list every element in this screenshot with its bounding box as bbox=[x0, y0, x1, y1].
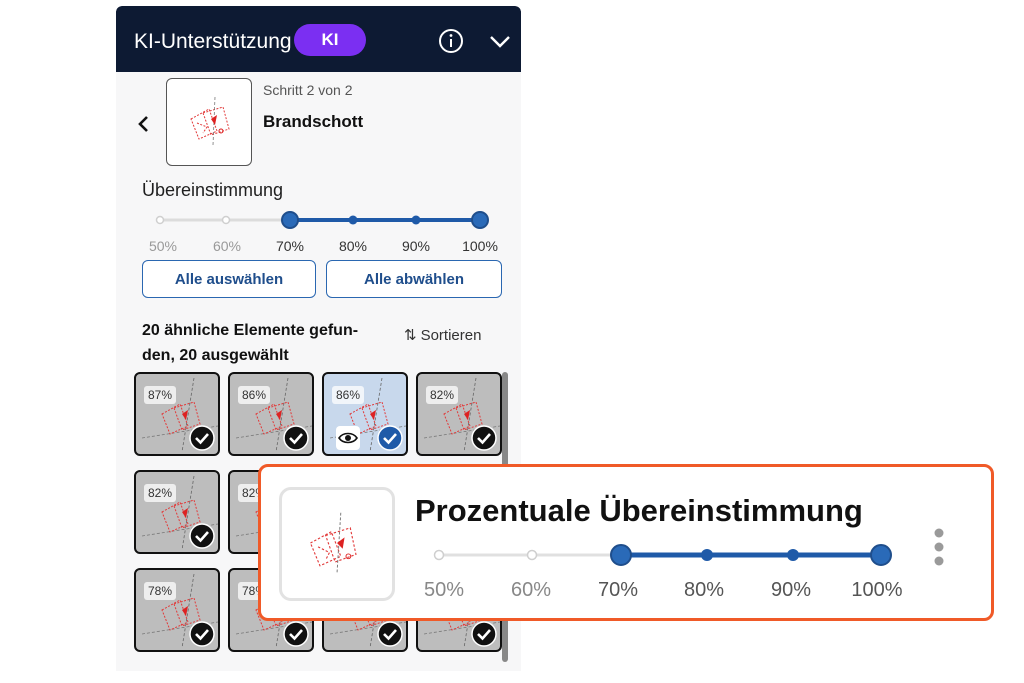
checkmark-icon[interactable] bbox=[189, 523, 215, 549]
tick-label: 90% bbox=[770, 579, 812, 601]
checkmark-icon[interactable] bbox=[189, 621, 215, 647]
similar-element-tile[interactable]: 86% bbox=[228, 372, 314, 456]
range-min-handle bbox=[281, 211, 299, 229]
checkmark-icon[interactable] bbox=[471, 621, 497, 647]
eye-icon[interactable] bbox=[336, 426, 360, 450]
step-title: Brandschott bbox=[263, 112, 364, 131]
callout-match-slider bbox=[433, 544, 892, 566]
sort-button[interactable]: ⇅ Sortieren bbox=[404, 326, 481, 344]
similar-element-tile[interactable]: 87% bbox=[134, 372, 220, 456]
results-summary-line: den, 20 ausgewählt bbox=[142, 347, 289, 364]
tick-label: 70% bbox=[597, 579, 639, 601]
tick-label: 90% bbox=[401, 238, 431, 254]
match-percentage: 78% bbox=[144, 582, 177, 600]
fire-damper-drawing-icon bbox=[309, 512, 357, 574]
panel-title: KI-Unterstützung bbox=[134, 30, 292, 53]
match-percentage: 86% bbox=[332, 386, 365, 404]
more-vertical-icon[interactable] bbox=[929, 523, 949, 573]
slider-tick-labels: 50% 60% 70% 80% 90% 100% bbox=[136, 238, 512, 258]
checkmark-icon[interactable] bbox=[283, 621, 309, 647]
step-indicator: Schritt 2 von 2 bbox=[263, 82, 353, 98]
match-range-slider[interactable] bbox=[146, 206, 496, 236]
tick-label: 80% bbox=[338, 238, 368, 254]
results-summary: 20 ähnliche Elemente gefun- den, 20 ausg… bbox=[142, 318, 382, 368]
tick-label: 60% bbox=[510, 579, 552, 601]
tick-label: 100% bbox=[851, 579, 903, 601]
checkmark-icon[interactable] bbox=[283, 425, 309, 451]
checkmark-icon[interactable] bbox=[471, 425, 497, 451]
tick-label: 70% bbox=[275, 238, 305, 254]
match-percentage: 87% bbox=[144, 386, 177, 404]
zoom-callout: Prozentuale Übereinstimmung 50% 60% 70% … bbox=[258, 464, 994, 621]
match-label: Übereinstimmung bbox=[142, 180, 284, 200]
tick-label: 50% bbox=[423, 579, 465, 601]
chevron-left-icon[interactable] bbox=[136, 114, 152, 134]
panel-header: KI-Unterstützung KI bbox=[116, 6, 521, 72]
callout-title: Prozentuale Übereinstimmung bbox=[415, 493, 863, 528]
sort-icon: ⇅ bbox=[404, 327, 417, 344]
results-summary-line: 20 ähnliche Elemente gefun- bbox=[142, 322, 359, 339]
range-max-handle bbox=[471, 211, 489, 229]
checkmark-icon[interactable] bbox=[189, 425, 215, 451]
tick-label: 80% bbox=[683, 579, 725, 601]
fire-damper-drawing-icon bbox=[190, 96, 230, 146]
similar-element-tile[interactable]: 82% bbox=[416, 372, 502, 456]
similar-element-tile[interactable]: 78% bbox=[134, 568, 220, 652]
match-percentage: 82% bbox=[426, 386, 459, 404]
deselect-all-button[interactable]: Alle abwählen bbox=[326, 260, 502, 298]
sort-label: Sortieren bbox=[420, 327, 482, 344]
element-thumbnail bbox=[166, 78, 252, 166]
tick-label: 100% bbox=[462, 238, 498, 254]
info-icon[interactable] bbox=[438, 28, 464, 54]
tick-label: 50% bbox=[148, 238, 178, 254]
checkmark-icon[interactable] bbox=[377, 621, 403, 647]
similar-element-tile[interactable]: 86% bbox=[322, 372, 408, 456]
checkmark-icon[interactable] bbox=[377, 425, 403, 451]
callout-thumbnail bbox=[279, 487, 395, 601]
similar-element-tile[interactable]: 82% bbox=[134, 470, 220, 554]
select-all-button[interactable]: Alle auswählen bbox=[142, 260, 316, 298]
match-percentage: 86% bbox=[238, 386, 271, 404]
tick-label: 60% bbox=[212, 238, 242, 254]
ki-badge: KI bbox=[294, 24, 366, 56]
match-percentage: 82% bbox=[144, 484, 177, 502]
callout-tick-labels: 50% 60% 70% 80% 90% 100% bbox=[401, 579, 911, 605]
chevron-down-icon[interactable] bbox=[488, 30, 512, 52]
